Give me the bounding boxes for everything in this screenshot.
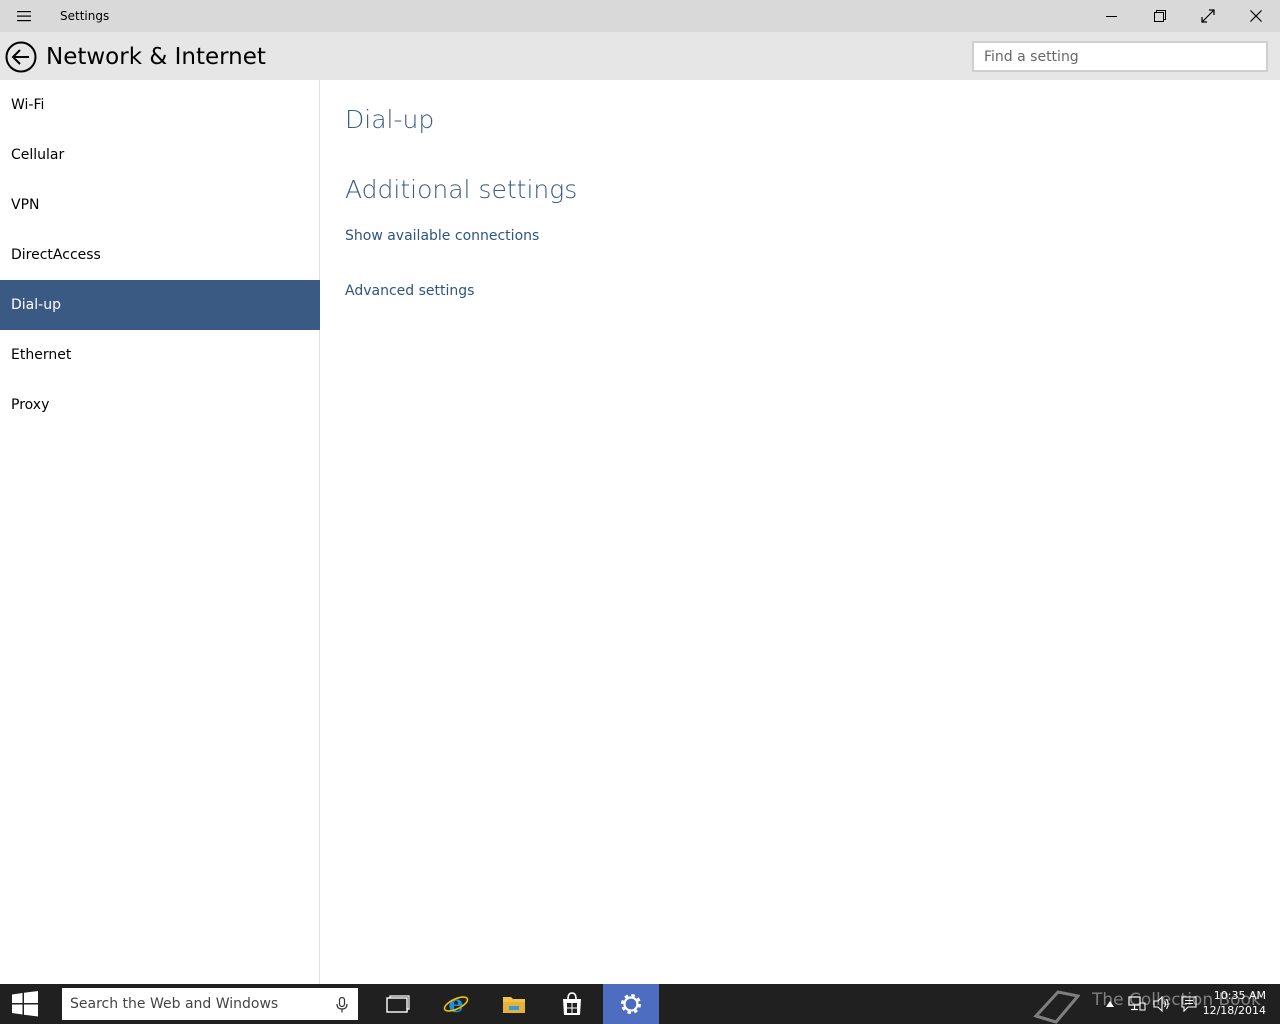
- additional-settings-heading: Additional settings: [345, 175, 578, 204]
- dial-up-heading: Dial-up: [345, 105, 435, 134]
- settings-taskbar-button[interactable]: [603, 984, 659, 1024]
- sidebar-nav: Wi-Fi Cellular VPN DirectAccess Dial-up …: [0, 80, 320, 984]
- clock-time: 10:35 AM: [1213, 989, 1266, 1002]
- sidebar-item-dial-up[interactable]: Dial-up: [0, 280, 320, 330]
- sidebar-item-directaccess[interactable]: DirectAccess: [0, 230, 320, 280]
- sidebar-item-cellular[interactable]: Cellular: [0, 130, 320, 180]
- hamburger-icon: [17, 11, 31, 22]
- task-view-icon: [386, 995, 410, 1013]
- taskbar: Search the Web and Windows e The Collect…: [0, 984, 1280, 1024]
- sidebar-item-wifi[interactable]: Wi-Fi: [0, 80, 320, 130]
- app-title: Settings: [60, 9, 110, 23]
- advanced-settings-link[interactable]: Advanced settings: [345, 282, 474, 300]
- sidebar-item-label: Ethernet: [11, 347, 72, 363]
- microphone-icon[interactable]: [336, 997, 348, 1013]
- store-icon: [563, 992, 581, 1015]
- sidebar-item-vpn[interactable]: VPN: [0, 180, 320, 230]
- fullscreen-button[interactable]: [1184, 0, 1232, 32]
- file-explorer-button[interactable]: [486, 984, 542, 1024]
- taskbar-search-input[interactable]: Search the Web and Windows: [62, 988, 358, 1020]
- internet-explorer-button[interactable]: e: [428, 984, 484, 1024]
- windows-logo-icon: [12, 991, 38, 1017]
- minimize-icon: [1106, 16, 1117, 17]
- action-center-button[interactable]: [1178, 984, 1200, 1024]
- store-button[interactable]: [544, 984, 600, 1024]
- page-title: Network & Internet: [46, 44, 266, 70]
- title-bar: Settings: [0, 0, 1280, 32]
- back-button[interactable]: [5, 41, 37, 73]
- restore-icon: [1154, 10, 1166, 22]
- page-header: Network & Internet Find a setting: [0, 32, 1280, 80]
- start-button[interactable]: [0, 984, 50, 1024]
- volume-tray-button[interactable]: [1150, 984, 1174, 1024]
- sidebar-item-label: DirectAccess: [11, 247, 101, 263]
- network-tray-button[interactable]: [1126, 984, 1148, 1024]
- sidebar-item-ethernet[interactable]: Ethernet: [0, 330, 320, 380]
- internet-explorer-icon: e: [443, 991, 469, 1017]
- minimize-button[interactable]: [1088, 0, 1136, 32]
- back-arrow-icon: [5, 41, 37, 73]
- taskbar-search-placeholder: Search the Web and Windows: [70, 996, 279, 1012]
- action-center-icon: [1181, 996, 1197, 1012]
- main-content: Dial-up Additional settings Show availab…: [321, 80, 1280, 984]
- settings-icon: [621, 994, 641, 1014]
- task-view-button[interactable]: [370, 984, 426, 1024]
- fullscreen-icon: [1201, 9, 1215, 23]
- sidebar-item-label: Dial-up: [11, 297, 61, 313]
- network-icon: [1128, 996, 1146, 1011]
- find-setting-input[interactable]: Find a setting: [972, 41, 1268, 72]
- svg-text:e: e: [448, 991, 463, 1017]
- sidebar-item-label: Proxy: [11, 397, 50, 413]
- show-hidden-icons-button[interactable]: [1100, 984, 1120, 1024]
- sidebar-item-label: Cellular: [11, 147, 65, 163]
- close-icon: [1250, 10, 1262, 22]
- file-explorer-icon: [503, 997, 525, 1013]
- taskbar-clock[interactable]: 10:35 AM 12/18/2014: [1203, 988, 1266, 1018]
- speaker-icon: [1153, 996, 1169, 1012]
- clock-date: 12/18/2014: [1202, 1004, 1266, 1017]
- sidebar-item-label: Wi-Fi: [11, 97, 45, 113]
- sidebar-item-proxy[interactable]: Proxy: [0, 380, 320, 430]
- hamburger-menu-button[interactable]: [8, 0, 40, 32]
- book-icon: [1033, 990, 1080, 1024]
- close-button[interactable]: [1232, 0, 1280, 32]
- chevron-up-icon: [1106, 1001, 1114, 1007]
- sidebar-item-label: VPN: [11, 197, 40, 213]
- restore-button[interactable]: [1136, 0, 1184, 32]
- show-available-connections-link[interactable]: Show available connections: [345, 227, 539, 245]
